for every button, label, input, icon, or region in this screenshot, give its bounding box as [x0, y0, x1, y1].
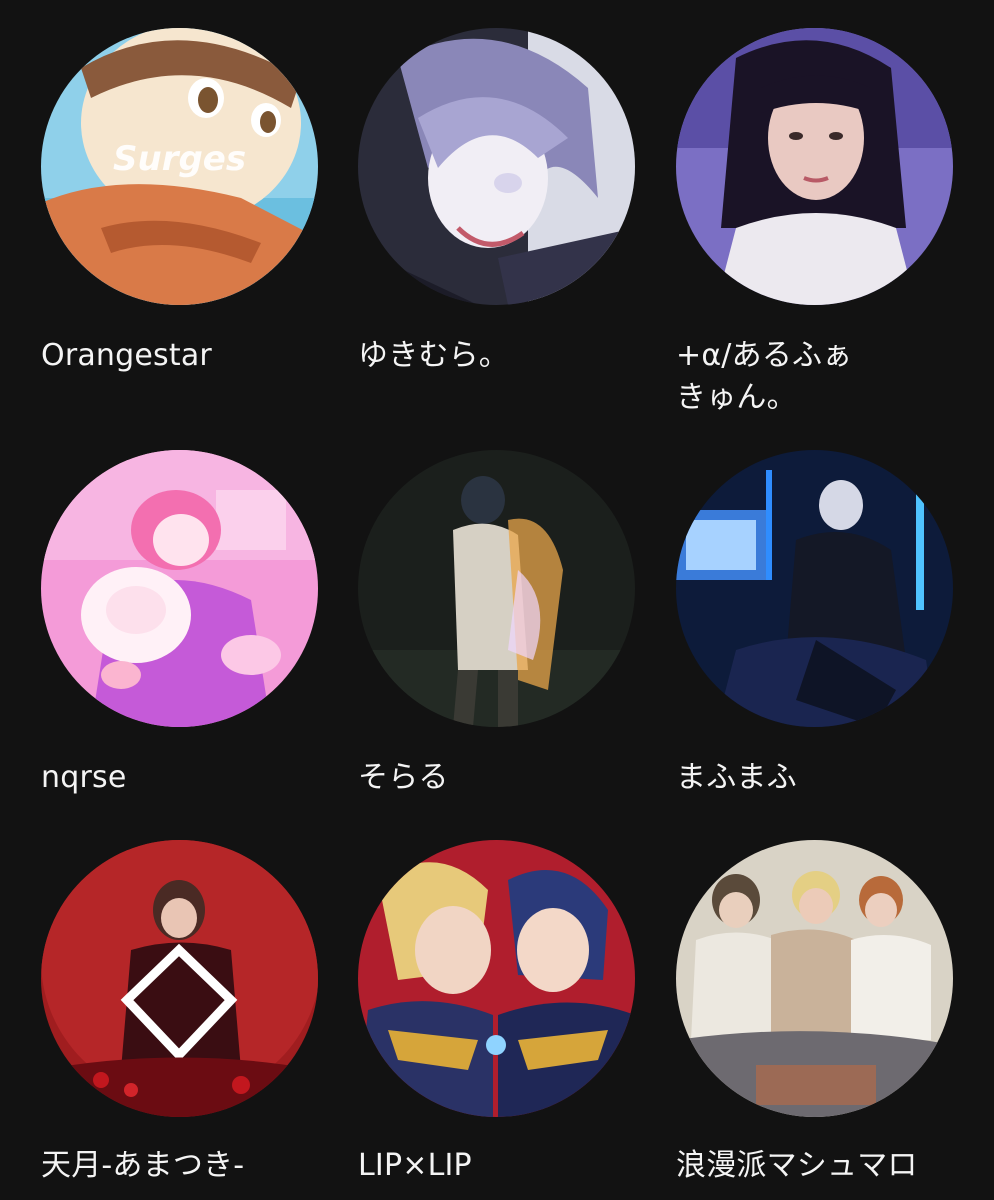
- artist-card-nqrse[interactable]: nqrse: [41, 450, 341, 799]
- artist-card-orangestar[interactable]: Surges Orangestar: [41, 28, 341, 377]
- artist-image: [676, 840, 953, 1117]
- artist-name: そらる: [358, 760, 449, 795]
- artist-name: nqrse: [41, 760, 127, 795]
- artist-avatar[interactable]: [358, 450, 635, 727]
- artist-avatar[interactable]: Surges: [41, 28, 318, 305]
- artist-name: Orangestar: [41, 338, 212, 373]
- artist-avatar[interactable]: [358, 840, 635, 1117]
- artist-card-mafumafu[interactable]: まふまふ: [676, 450, 976, 799]
- artist-name: まふまふ: [676, 760, 797, 795]
- artist-avatar[interactable]: [676, 28, 953, 305]
- artist-card-yukimura[interactable]: ゆきむら。: [358, 28, 658, 377]
- artist-image: Surges: [41, 28, 318, 305]
- artist-name: 天月-あまつき-: [41, 1148, 245, 1183]
- artist-image: [358, 450, 635, 727]
- artist-name: +α/あるふぁ きゅん。: [676, 338, 853, 415]
- artist-card-alphakyun[interactable]: +α/あるふぁ きゅん。: [676, 28, 976, 419]
- artist-image: [41, 840, 318, 1117]
- artist-avatar[interactable]: [358, 28, 635, 305]
- artist-card-amatsuki[interactable]: 天月-あまつき-: [41, 840, 341, 1187]
- artist-avatar[interactable]: [41, 450, 318, 727]
- artist-image: [41, 450, 318, 727]
- artist-name: LIP×LIP: [358, 1148, 472, 1183]
- artist-card-lipxlip[interactable]: LIP×LIP: [358, 840, 658, 1187]
- artist-name: ゆきむら。: [358, 338, 509, 373]
- artist-image: [676, 28, 953, 305]
- artist-grid: Surges Orangestar ゆきむら。 +α/あるふぁ きゅん。 nqr…: [0, 0, 994, 1200]
- artist-avatar[interactable]: [676, 450, 953, 727]
- album-overlay-text: Surges: [113, 139, 246, 179]
- artist-name: 浪漫派マシュマロ: [676, 1148, 918, 1183]
- artist-card-romanha-marshmallow[interactable]: 浪漫派マシュマロ: [676, 840, 976, 1187]
- artist-image: [358, 28, 635, 305]
- artist-image: [676, 450, 953, 727]
- artist-image: [358, 840, 635, 1117]
- artist-avatar[interactable]: [676, 840, 953, 1117]
- artist-card-soraru[interactable]: そらる: [358, 450, 658, 799]
- artist-avatar[interactable]: [41, 840, 318, 1117]
